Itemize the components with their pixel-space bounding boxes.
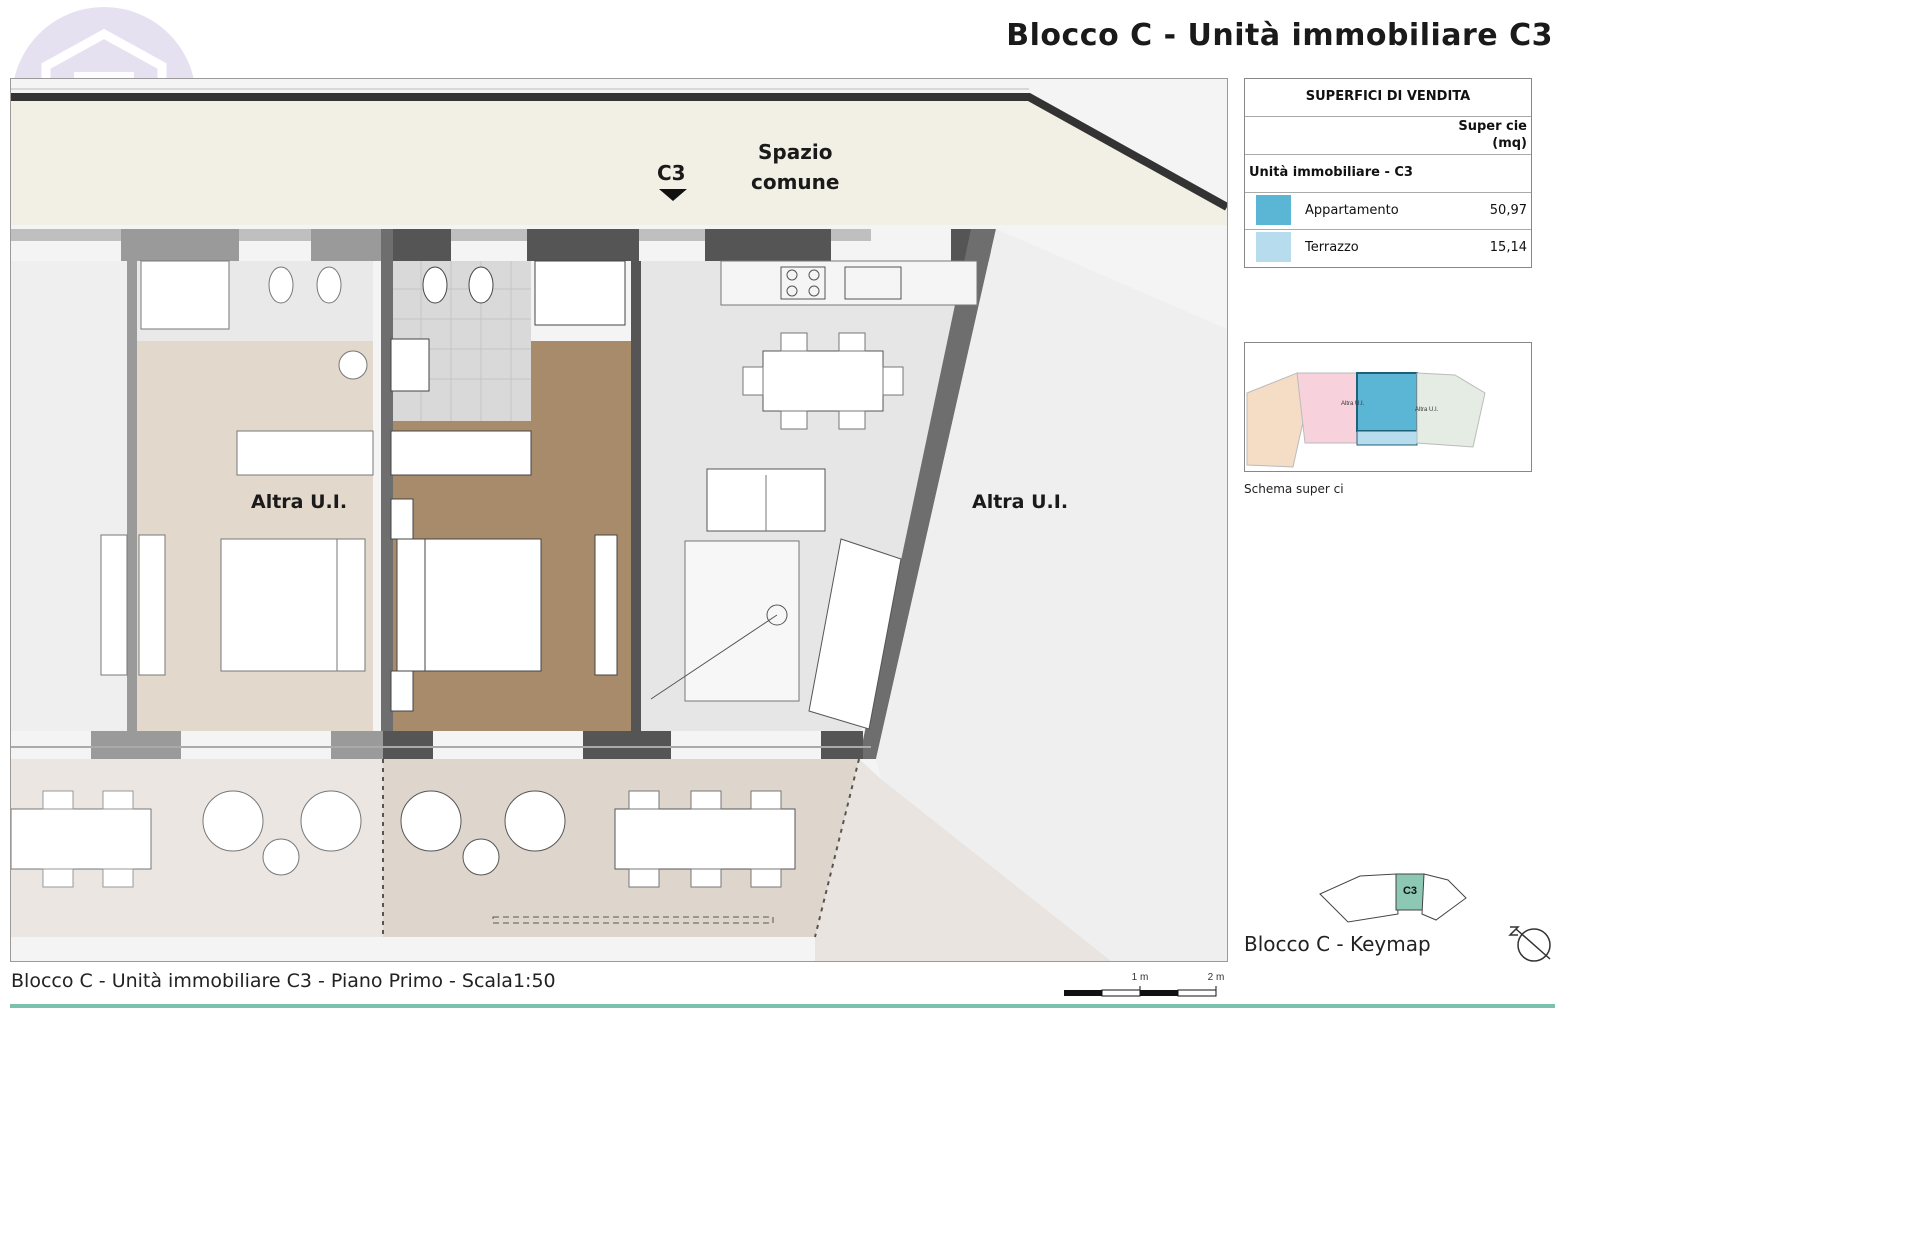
unit-row: Unità immobiliare - C3 xyxy=(1245,154,1531,193)
scale-label-2m: 2 m xyxy=(1208,972,1225,983)
apartment-label: Appartamento xyxy=(1305,203,1399,218)
unit-label: Unità immobiliare - C3 xyxy=(1249,165,1413,180)
schema-label-left: Altra U.I. xyxy=(1341,401,1365,407)
drawing-caption: Blocco C - Unità immobiliare C3 - Piano … xyxy=(11,970,556,992)
page-title: Blocco C - Unità immobiliare C3 xyxy=(1006,18,1553,53)
other-unit-label-left: Altra U.I. xyxy=(251,491,348,513)
north-arrow-icon xyxy=(1508,926,1551,962)
table-row: Terrazzo 15,14 xyxy=(1245,229,1531,266)
floor-plan: Spazio comune C3 Altra U.I. Altra U.I. xyxy=(10,78,1228,962)
scale-label-1m: 1 m xyxy=(1132,972,1149,983)
terrace-label: Terrazzo xyxy=(1305,240,1359,255)
keymap: C3 xyxy=(1319,873,1467,923)
sales-surfaces-table: SUPERFICI DI VENDITA Super cie (mq) Unit… xyxy=(1244,78,1532,268)
schema-caption: Schema super ci xyxy=(1244,482,1344,496)
apartment-swatch xyxy=(1256,195,1291,225)
table-title: SUPERFICI DI VENDITA xyxy=(1305,89,1471,104)
table-row: Appartamento 50,97 xyxy=(1245,192,1531,230)
unit-marker-label: C3 xyxy=(657,161,686,185)
table-title-row: SUPERFICI DI VENDITA xyxy=(1245,79,1531,117)
scale-bar: 1 m 2 m xyxy=(1064,972,1225,997)
terrace-swatch xyxy=(1256,232,1291,262)
common-space-area xyxy=(11,97,1227,225)
apartment-value: 50,97 xyxy=(1489,203,1527,218)
keymap-unit-label: C3 xyxy=(1403,885,1417,897)
surface-schema: Altra U.I. Altra U.I. xyxy=(1244,342,1532,472)
schema-label-right: Altra U.I. xyxy=(1415,407,1439,413)
keymap-caption: Blocco C - Keymap xyxy=(1244,932,1431,956)
terrace-value: 15,14 xyxy=(1489,240,1527,255)
column-header-surface: Super cie (mq) xyxy=(1458,119,1527,151)
footer-rule xyxy=(10,1004,1555,1008)
other-unit-label-right: Altra U.I. xyxy=(972,491,1069,513)
common-space-label: Spazio comune xyxy=(751,140,840,194)
table-header-row: Super cie (mq) xyxy=(1245,116,1531,155)
